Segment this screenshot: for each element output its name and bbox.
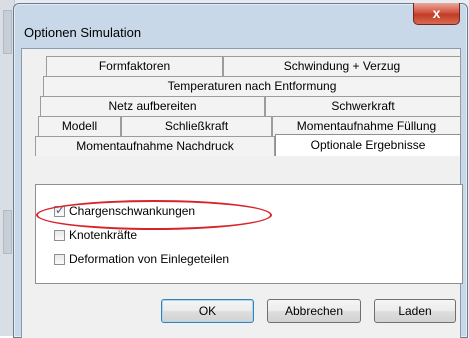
- dialog-client-area: Formfaktoren Schwindung + Verzug Tempera…: [21, 48, 463, 338]
- tab-schliesskraft[interactable]: Schließkraft: [121, 116, 272, 136]
- tab-modell[interactable]: Modell: [38, 116, 121, 136]
- load-button[interactable]: Laden: [374, 299, 456, 323]
- tab-momentaufnahme-fuellung[interactable]: Momentaufnahme Füllung: [272, 116, 461, 136]
- cancel-button[interactable]: Abbrechen: [267, 299, 361, 323]
- close-icon: x: [432, 5, 441, 21]
- dialog-window: Optionen Simulation x Formfaktoren Schwi…: [13, 3, 468, 338]
- dialog-title: Optionen Simulation: [24, 25, 142, 40]
- checkbox-box[interactable]: [54, 229, 65, 241]
- close-button[interactable]: x: [413, 3, 460, 25]
- highlight-annotation-ellipse: [36, 200, 272, 230]
- tab-momentaufnahme-nachdruck[interactable]: Momentaufnahme Nachdruck: [35, 136, 275, 156]
- tab-formfaktoren[interactable]: Formfaktoren: [46, 56, 223, 76]
- background-scroll-thumb: [3, 210, 12, 254]
- tab-schwindung-verzug[interactable]: Schwindung + Verzug: [223, 56, 461, 76]
- checkbox-label: Deformation von Einlegeteilen: [69, 252, 230, 266]
- tab-optionale-ergebnisse[interactable]: Optionale Ergebnisse: [275, 134, 461, 156]
- checkbox-label: Knotenkräfte: [69, 228, 138, 242]
- tab-page-optionale-ergebnisse: ✓ Chargenschwankungen Knotenkräfte Defor…: [35, 184, 463, 284]
- ok-button[interactable]: OK: [161, 299, 254, 323]
- tab-schwerkraft[interactable]: Schwerkraft: [265, 96, 461, 116]
- checkbox-knotenkraefte[interactable]: Knotenkräfte: [54, 228, 137, 242]
- tab-control: Formfaktoren Schwindung + Verzug Tempera…: [35, 56, 463, 195]
- background-scroll-thumb: [3, 10, 12, 54]
- checkbox-deformation-einlegeteile[interactable]: Deformation von Einlegeteilen: [54, 252, 229, 266]
- checkbox-box[interactable]: [54, 253, 65, 265]
- tab-netz-aufbereiten[interactable]: Netz aufbereiten: [40, 96, 265, 116]
- tab-temperaturen-nach-entformung[interactable]: Temperaturen nach Entformung: [43, 76, 461, 96]
